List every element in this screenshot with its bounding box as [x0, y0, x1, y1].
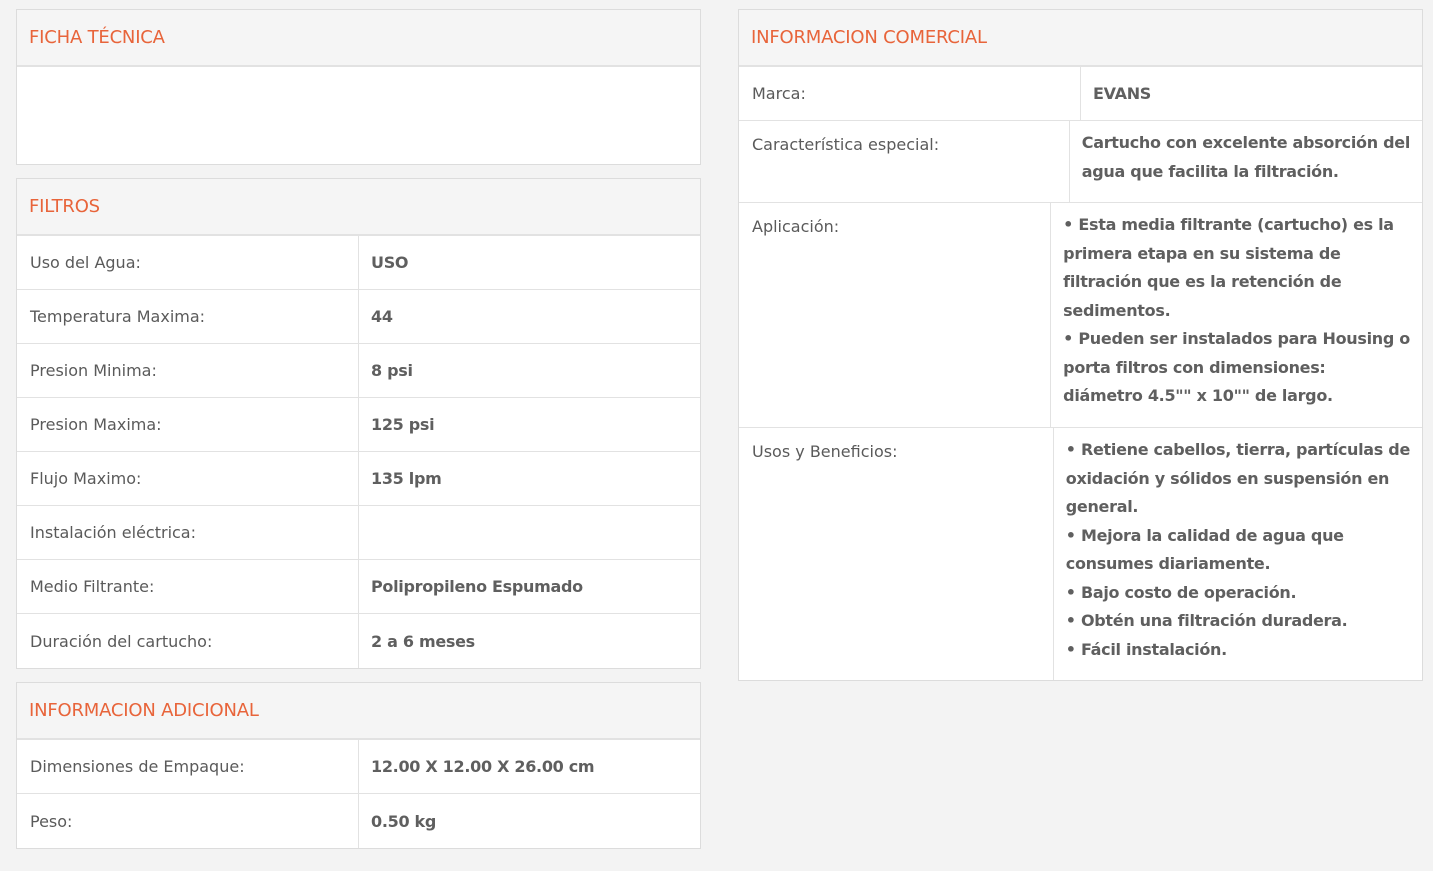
marca-label: Marca: [739, 67, 1081, 120]
informacion-comercial-title: INFORMACION COMERCIAL [739, 10, 1422, 67]
aplicacion-line: diámetro 4.5"" x 10"" de largo. [1063, 386, 1333, 405]
aplicacion-line: • Esta media filtrante (cartucho) es la [1063, 215, 1394, 234]
usos-label: Usos y Beneficios: [739, 428, 1054, 680]
row-value: Polipropileno Espumado [371, 577, 583, 596]
row-label: Instalación eléctrica: [17, 506, 359, 559]
usos-line: • Mejora la calidad de agua que [1065, 525, 1344, 545]
caracteristica-value: Cartucho con excelente absorción del agu… [1070, 121, 1422, 202]
table-row-usos: Usos y Beneficios: • Retiene cabellos, t… [739, 428, 1422, 680]
table-row: Medio Filtrante: Polipropileno Espumado [17, 560, 700, 614]
row-value: 12.00 X 12.00 X 26.00 cm [371, 757, 595, 776]
informacion-adicional-title: INFORMACION ADICIONAL [17, 683, 700, 740]
table-row: Presion Minima: 8 psi [17, 344, 700, 398]
ficha-tecnica-body [17, 67, 700, 164]
row-value [359, 506, 700, 559]
usos-line: • Bajo costo de operación. [1065, 582, 1297, 602]
left-column: FICHA TÉCNICA FILTROS Uso del Agua: USO … [16, 9, 701, 862]
table-row: Uso del Agua: USO [17, 236, 700, 290]
row-label: Duración del cartucho: [17, 614, 359, 668]
row-value: 0.50 kg [371, 811, 437, 831]
row-label: Peso: [17, 794, 359, 848]
table-row: Peso: 0.50 kg [17, 794, 700, 848]
row-label: Presion Maxima: [17, 398, 359, 451]
usos-line: consumes diariamente. [1065, 554, 1271, 573]
filtros-panel: FILTROS Uso del Agua: USO Temperatura Ma… [16, 178, 701, 669]
table-row: Instalación eléctrica: [17, 506, 700, 560]
row-value: 135 lpm [371, 469, 442, 488]
informacion-adicional-panel: INFORMACION ADICIONAL Dimensiones de Emp… [16, 682, 701, 849]
ficha-tecnica-panel: FICHA TÉCNICA [16, 9, 701, 165]
table-row-aplicacion: Aplicación: • Esta media filtrante (cart… [739, 203, 1422, 428]
usos-line: • Retiene cabellos, tierra, partículas d… [1065, 440, 1411, 459]
table-row-caracteristica: Característica especial: Cartucho con ex… [739, 121, 1422, 203]
row-value: USO [371, 253, 409, 272]
informacion-comercial-panel: INFORMACION COMERCIAL Marca: EVANS Carac… [738, 9, 1423, 681]
aplicacion-line: filtración que es la retención de [1063, 272, 1342, 291]
aplicacion-label: Aplicación: [739, 203, 1052, 427]
usos-value: • Retiene cabellos, tierra, partículas d… [1054, 428, 1422, 680]
marca-value: EVANS [1093, 84, 1152, 103]
row-value: 8 psi [371, 361, 413, 380]
row-label: Uso del Agua: [17, 236, 359, 289]
row-label: Flujo Maximo: [17, 452, 359, 505]
row-label: Presion Minima: [17, 344, 359, 397]
right-column: INFORMACION COMERCIAL Marca: EVANS Carac… [738, 9, 1423, 694]
aplicacion-value: • Esta media filtrante (cartucho) es la … [1051, 203, 1422, 427]
caracteristica-line: agua que facilita la filtración. [1081, 161, 1339, 181]
row-value: 2 a 6 meses [371, 631, 475, 651]
table-row: Duración del cartucho: 2 a 6 meses [17, 614, 700, 668]
row-label: Medio Filtrante: [17, 560, 359, 613]
usos-line: • Fácil instalación. [1065, 639, 1227, 659]
ficha-tecnica-title: FICHA TÉCNICA [17, 10, 700, 67]
aplicacion-line: sedimentos. [1063, 300, 1171, 320]
caracteristica-line: Cartucho con excelente absorción del [1081, 133, 1411, 152]
row-value: 125 psi [371, 415, 435, 434]
usos-line: oxidación y sólidos en suspensión en [1065, 468, 1390, 488]
aplicacion-line: • Pueden ser instalados para Housing o [1063, 329, 1410, 348]
table-row: Flujo Maximo: 135 lpm [17, 452, 700, 506]
usos-line: • Obtén una filtración duradera. [1065, 611, 1348, 630]
table-row: Dimensiones de Empaque: 12.00 X 12.00 X … [17, 740, 700, 794]
caracteristica-label: Característica especial: [739, 121, 1070, 202]
row-label: Temperatura Maxima: [17, 290, 359, 343]
row-value: 44 [371, 307, 393, 326]
table-row: Presion Maxima: 125 psi [17, 398, 700, 452]
aplicacion-line: porta filtros con dimensiones: [1063, 357, 1326, 377]
usos-line: general. [1065, 497, 1139, 516]
table-row: Temperatura Maxima: 44 [17, 290, 700, 344]
table-row-marca: Marca: EVANS [739, 67, 1422, 121]
aplicacion-line: primera etapa en su sistema de [1063, 243, 1341, 263]
filtros-title: FILTROS [17, 179, 700, 236]
row-label: Dimensiones de Empaque: [17, 740, 359, 793]
